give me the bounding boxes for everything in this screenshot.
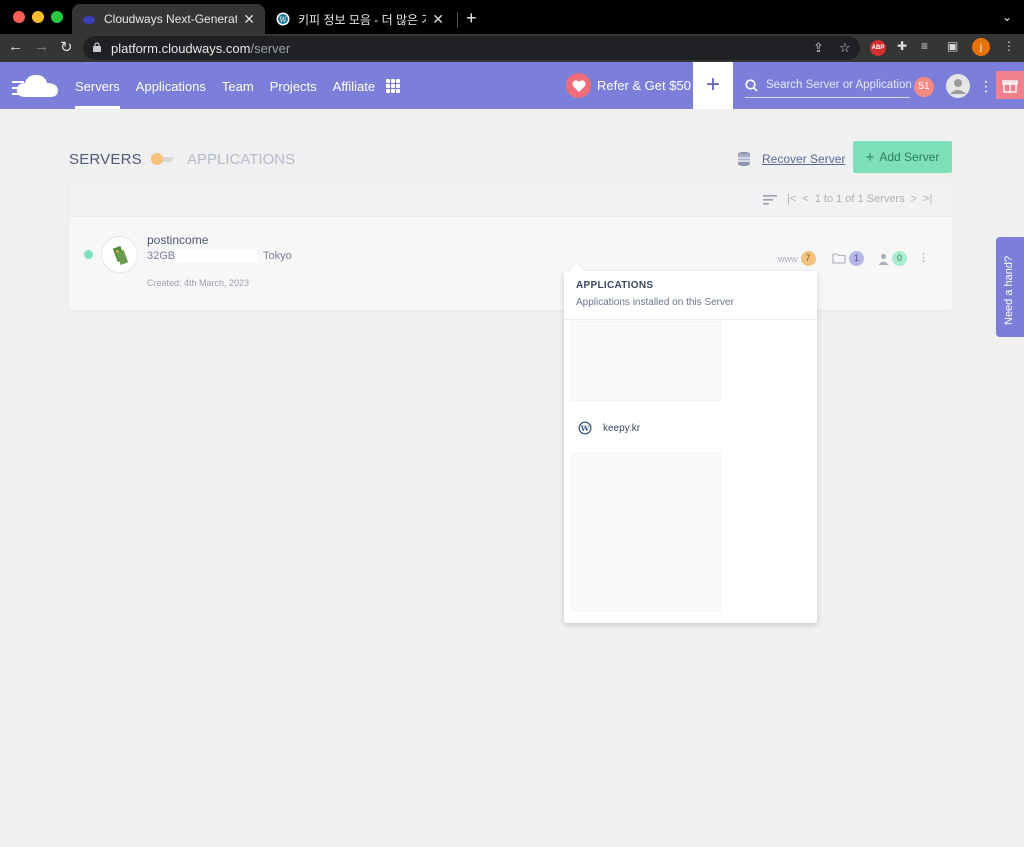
refer-button[interactable]: Refer & Get $50	[566, 73, 691, 98]
browser-menu-icon[interactable]: ⋮	[1003, 39, 1015, 53]
user-avatar[interactable]	[946, 74, 970, 98]
need-a-hand-tab[interactable]: Need a hand?	[996, 237, 1024, 337]
team-member-icon	[878, 253, 889, 265]
server-provider-icon	[101, 236, 138, 273]
applications-popover: APPLICATIONS Applications installed on t…	[564, 271, 817, 623]
redacted-ip	[176, 250, 258, 263]
first-page-icon[interactable]: |<	[787, 193, 796, 205]
view-toggle[interactable]	[151, 153, 173, 165]
server-options-icon[interactable]: ⋮	[918, 251, 929, 264]
applications-view-label[interactable]: APPLICATIONS	[187, 151, 295, 168]
wordpress-icon: W	[578, 421, 592, 435]
adblock-extension-icon[interactable]: ABP	[870, 40, 886, 56]
refer-label: Refer & Get $50	[597, 78, 691, 93]
minimize-window-button[interactable]	[32, 11, 44, 23]
notification-badge[interactable]: 51	[914, 77, 934, 97]
database-icon	[738, 152, 750, 166]
cloudways-logo-icon[interactable]	[12, 71, 60, 101]
recover-server-label: Recover Server	[762, 152, 846, 166]
close-tab-icon[interactable]: ✕	[432, 11, 444, 28]
server-apps-stat[interactable]: www 7	[778, 251, 816, 266]
nav-team[interactable]: Team	[222, 62, 254, 109]
extensions-puzzle-icon[interactable]: ✚	[897, 39, 907, 53]
need-a-hand-label: Need a hand?	[1003, 255, 1015, 325]
nav-affiliate[interactable]: Affiliate	[333, 62, 375, 109]
heart-icon	[566, 73, 591, 98]
maximize-window-button[interactable]	[51, 11, 63, 23]
server-team-stat[interactable]: 0	[878, 251, 907, 266]
profile-avatar[interactable]: j	[972, 38, 990, 56]
header-menu-icon[interactable]: ⋮	[979, 78, 993, 95]
url-text: platform.cloudways.com/server	[111, 41, 291, 56]
redacted-app-list	[571, 452, 721, 612]
server-list-toolbar: |< < 1 to 1 of 1 Servers > >|	[69, 184, 952, 217]
tab-title: Cloudways Next-Generation Cl	[104, 12, 238, 26]
search-input[interactable]: Search Server or Application	[745, 74, 912, 98]
nav-projects[interactable]: Projects	[270, 62, 317, 109]
gift-icon[interactable]	[996, 71, 1024, 99]
browser-titlebar: Cloudways Next-Generation Cl ✕ W 키피 정보 모…	[0, 0, 1024, 34]
redacted-app-list	[571, 321, 721, 401]
nav-applications[interactable]: Applications	[136, 62, 206, 109]
address-bar[interactable]: platform.cloudways.com/server ⇪ ☆	[83, 36, 860, 60]
apps-count-badge: 7	[800, 251, 816, 266]
app-header: Servers Applications Team Projects Affil…	[0, 62, 1024, 109]
browser-toolbar: ← → ↻ platform.cloudways.com/server ⇪ ☆ …	[0, 34, 1024, 62]
server-projects-stat[interactable]: 1	[832, 251, 864, 266]
divider	[564, 319, 817, 320]
next-page-icon[interactable]: >	[911, 193, 917, 205]
app-list-item[interactable]: W keepy.kr	[578, 421, 640, 435]
server-status-dot	[84, 250, 93, 259]
search-icon	[745, 79, 758, 92]
media-playlist-icon[interactable]: ≡	[921, 39, 928, 53]
add-server-button[interactable]: + Add Server	[853, 141, 952, 173]
plus-icon: +	[865, 148, 875, 166]
new-tab-icon[interactable]: +	[466, 8, 477, 29]
sort-icon[interactable]	[763, 194, 777, 206]
reload-icon[interactable]: ↻	[60, 38, 73, 56]
server-name[interactable]: postincome	[147, 233, 208, 247]
tab-divider	[457, 12, 458, 28]
svg-text:W: W	[580, 424, 590, 433]
quick-add-button[interactable]: +	[693, 62, 733, 109]
server-size: 32GB	[147, 250, 176, 262]
close-window-button[interactable]	[13, 11, 25, 23]
popover-subtitle: Applications installed on this Server	[576, 297, 734, 308]
tab-cloudways[interactable]: Cloudways Next-Generation Cl ✕	[72, 4, 265, 34]
add-server-label: Add Server	[879, 150, 940, 164]
folder-icon	[832, 253, 846, 264]
tab-list-chevron-icon[interactable]: ⌄	[1002, 10, 1012, 24]
wordpress-favicon-icon: W	[276, 12, 290, 26]
last-page-icon[interactable]: >|	[923, 193, 932, 205]
team-count-badge: 0	[892, 251, 907, 266]
popover-title: APPLICATIONS	[576, 280, 654, 291]
pagination-text: 1 to 1 of 1 Servers	[814, 193, 905, 205]
servers-view-label[interactable]: SERVERS	[69, 151, 142, 168]
pagination: |< < 1 to 1 of 1 Servers > >|	[787, 193, 938, 205]
recover-server-link[interactable]: Recover Server	[736, 150, 845, 168]
server-location: Tokyo	[263, 250, 292, 262]
forward-icon[interactable]: →	[34, 38, 49, 55]
prev-page-icon[interactable]: <	[802, 193, 808, 205]
back-icon[interactable]: ←	[8, 38, 23, 55]
apps-grid-icon[interactable]	[386, 79, 400, 93]
user-icon	[950, 79, 966, 94]
server-card: |< < 1 to 1 of 1 Servers > >| postincome…	[69, 184, 952, 310]
share-icon[interactable]: ⇪	[813, 40, 824, 56]
server-created-date: Created: 4th March, 2023	[147, 278, 250, 288]
svg-text:W: W	[279, 16, 287, 24]
bookmark-star-icon[interactable]: ☆	[839, 40, 851, 56]
close-tab-icon[interactable]: ✕	[243, 11, 255, 28]
projects-count-badge: 1	[849, 251, 864, 266]
lock-icon	[93, 42, 101, 52]
tab-keepy[interactable]: W 키피 정보 모음 - 더 많은 가치를 추구 ✕	[266, 4, 454, 34]
main-navigation: Servers Applications Team Projects Affil…	[75, 62, 391, 109]
www-label: www	[778, 253, 798, 264]
sidepanel-icon[interactable]: ▣	[947, 39, 958, 53]
app-name: keepy.kr	[603, 422, 641, 434]
nav-servers[interactable]: Servers	[75, 62, 120, 109]
cloudways-favicon-icon	[83, 16, 95, 24]
tab-title: 키피 정보 모음 - 더 많은 가치를 추구	[298, 12, 426, 27]
search-placeholder: Search Server or Application	[766, 79, 912, 91]
